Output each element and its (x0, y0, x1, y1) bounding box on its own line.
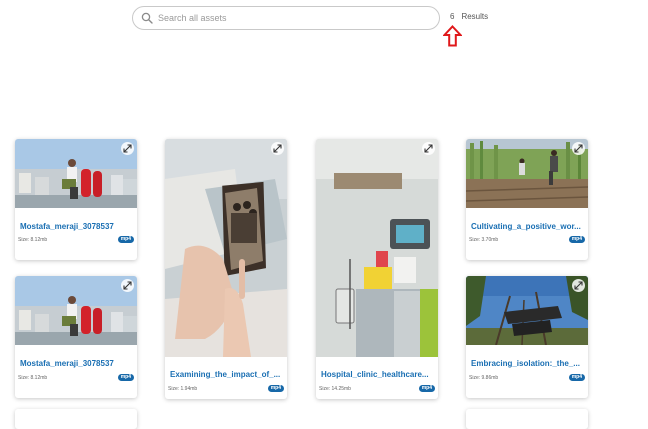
file-type-badge: mp4 (568, 236, 585, 243)
asset-size: Size: 1.94mb (168, 386, 198, 392)
asset-size: Size: 8.12mb (18, 375, 48, 381)
asset-card-partial[interactable] (466, 409, 588, 429)
expand-icon[interactable] (121, 279, 134, 292)
asset-card-partial[interactable] (15, 409, 137, 429)
asset-title[interactable]: Embracing_isolation:_the_... (471, 359, 583, 368)
results-label: Results (461, 12, 489, 21)
results-count: 6 Results (450, 12, 488, 21)
asset-size: Size: 14.25mb (319, 386, 351, 392)
search-bar[interactable] (132, 6, 440, 30)
asset-title[interactable]: Examining_the_impact_of_... (170, 370, 282, 379)
asset-card[interactable]: Examining_the_impact_of_... Size: 1.94mb… (165, 139, 287, 399)
asset-thumbnail[interactable] (165, 139, 287, 357)
asset-card[interactable]: Hospital_clinic_healthcare... Size: 14.2… (316, 139, 438, 399)
file-type-badge: mp4 (117, 236, 134, 243)
asset-thumbnail[interactable] (15, 276, 137, 345)
search-icon (141, 12, 153, 24)
asset-thumbnail[interactable] (466, 276, 588, 345)
search-input[interactable] (158, 10, 428, 26)
asset-size: Size: 9.86mb (469, 375, 499, 381)
annotation-up-arrow-icon (443, 25, 462, 47)
asset-size: Size: 8.12mb (18, 237, 48, 243)
expand-icon[interactable] (121, 142, 134, 155)
asset-card[interactable]: Mostafa_meraji_3078537 Size: 8.12mb mp4 (15, 276, 137, 398)
asset-title[interactable]: Mostafa_meraji_3078537 (20, 222, 132, 231)
file-type-badge: mp4 (117, 374, 134, 381)
asset-title[interactable]: Mostafa_meraji_3078537 (20, 359, 132, 368)
results-number: 6 (450, 12, 455, 21)
asset-title[interactable]: Hospital_clinic_healthcare... (321, 370, 433, 379)
expand-icon[interactable] (271, 142, 284, 155)
file-type-badge: mp4 (568, 374, 585, 381)
asset-card[interactable]: Embracing_isolation:_the_... Size: 9.86m… (466, 276, 588, 398)
asset-thumbnail[interactable] (15, 139, 137, 208)
asset-card[interactable]: Mostafa_meraji_3078537 Size: 8.12mb mp4 (15, 139, 137, 260)
asset-size: Size: 3.70mb (469, 237, 499, 243)
file-type-badge: mp4 (418, 385, 435, 392)
expand-icon[interactable] (572, 279, 585, 292)
asset-title[interactable]: Cultivating_a_positive_wor... (471, 222, 583, 231)
asset-card[interactable]: Cultivating_a_positive_wor... Size: 3.70… (466, 139, 588, 260)
file-type-badge: mp4 (267, 385, 284, 392)
asset-thumbnail[interactable] (316, 139, 438, 357)
expand-icon[interactable] (572, 142, 585, 155)
asset-thumbnail[interactable] (466, 139, 588, 208)
expand-icon[interactable] (422, 142, 435, 155)
